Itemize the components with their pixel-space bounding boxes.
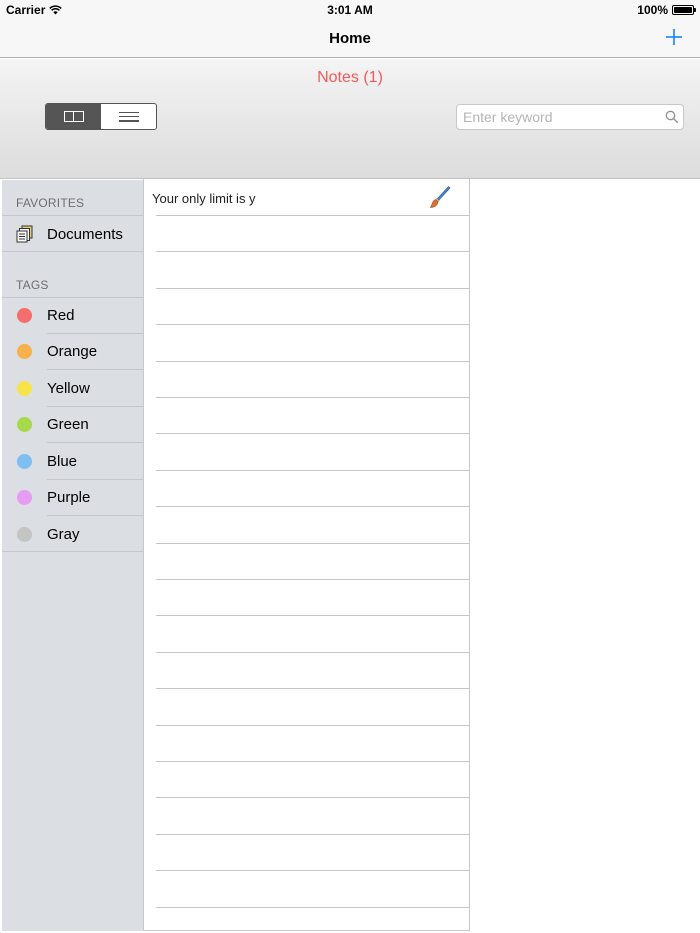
paintbrush-icon xyxy=(429,186,451,208)
ruled-line xyxy=(156,579,469,580)
view-mode-toggle xyxy=(45,103,157,130)
grid-view-button[interactable] xyxy=(46,104,101,129)
ruled-line xyxy=(156,870,469,872)
yellow-tag-dot xyxy=(17,380,32,396)
ruled-line xyxy=(156,761,469,762)
ruled-line xyxy=(156,724,469,726)
ruled-line xyxy=(156,324,469,326)
ruled-line xyxy=(156,906,469,908)
sidebar-item-label: Documents xyxy=(47,225,123,243)
sidebar-item-label: Orange xyxy=(47,342,98,360)
divider xyxy=(2,551,143,552)
gray-tag-dot xyxy=(17,526,32,542)
red-tag-dot xyxy=(17,307,32,323)
sidebar-item-label: Yellow xyxy=(47,379,90,397)
search-input[interactable] xyxy=(457,105,657,129)
battery-percent: 100% xyxy=(637,3,668,17)
notes-list: Your only limit is y xyxy=(143,179,470,931)
plus-icon[interactable] xyxy=(662,25,686,49)
ruled-line xyxy=(156,360,469,362)
sidebar-item-orange[interactable]: Orange xyxy=(2,333,143,369)
sidebar-item-purple[interactable]: Purple xyxy=(2,479,143,515)
notes-toolbar: Notes (1) xyxy=(0,59,700,179)
notes-count-title: Notes (1) xyxy=(317,69,383,86)
divider xyxy=(2,251,143,252)
battery-icon xyxy=(672,5,696,15)
ruled-line xyxy=(156,215,469,216)
ruled-line xyxy=(156,797,469,799)
sidebar: FAVORITES Documents TAGS Red Orange Yell… xyxy=(2,180,143,931)
status-battery: 100% xyxy=(637,3,696,17)
sidebar-item-label: Purple xyxy=(47,488,91,506)
grid-view-icon xyxy=(63,111,84,122)
sidebar-item-green[interactable]: Green xyxy=(2,406,143,442)
note-preview-text: Your only limit is y xyxy=(152,191,256,206)
status-time: 3:01 AM xyxy=(327,3,373,17)
ruled-line xyxy=(156,615,469,617)
ruled-line xyxy=(156,397,469,398)
tags-header: TAGS xyxy=(16,278,49,292)
sidebar-item-label: Red xyxy=(47,306,75,324)
blue-tag-dot xyxy=(17,453,32,469)
list-view-icon xyxy=(118,111,139,122)
sidebar-item-label: Blue xyxy=(47,452,78,470)
ruled-line xyxy=(156,469,469,471)
ruled-line xyxy=(156,833,469,835)
sidebar-item-yellow[interactable]: Yellow xyxy=(2,370,143,406)
ruled-line xyxy=(156,287,469,289)
sidebar-item-gray[interactable]: Gray xyxy=(2,516,143,552)
ruled-line xyxy=(156,688,469,690)
orange-tag-dot xyxy=(17,343,32,359)
sidebar-item-red[interactable]: Red xyxy=(2,297,143,333)
sidebar-item-label: Green xyxy=(47,415,89,433)
green-tag-dot xyxy=(17,416,32,432)
search-icon xyxy=(665,110,679,124)
status-bar: Carrier 3:01 AM 100% xyxy=(0,0,700,20)
sidebar-item-label: Gray xyxy=(47,525,80,543)
list-view-button[interactable] xyxy=(101,104,156,129)
navigation-bar: Home xyxy=(0,20,700,58)
favorites-header: FAVORITES xyxy=(16,196,85,210)
ruled-line xyxy=(156,651,469,653)
search-box xyxy=(456,104,684,130)
page-title: Home xyxy=(329,30,371,47)
ruled-line xyxy=(156,542,469,544)
ruled-line xyxy=(156,433,469,435)
purple-tag-dot xyxy=(17,489,32,505)
sidebar-item-blue[interactable]: Blue xyxy=(2,443,143,479)
documents-icon xyxy=(16,225,33,243)
sidebar-item-documents[interactable]: Documents xyxy=(2,216,143,252)
ruled-line xyxy=(156,251,469,253)
ruled-line xyxy=(156,506,469,508)
note-item[interactable]: Your only limit is y xyxy=(144,179,469,215)
